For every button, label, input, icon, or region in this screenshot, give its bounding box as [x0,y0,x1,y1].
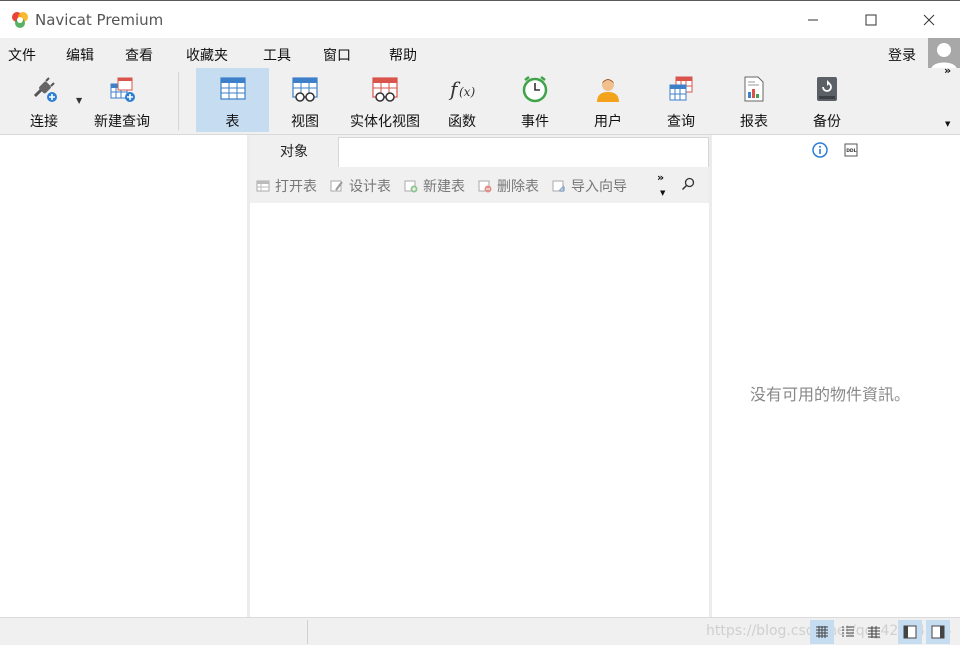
new-table-label: 新建表 [423,179,465,195]
menu-tools[interactable]: 工具 [263,45,291,65]
left-pane-icon [903,625,917,639]
right-pane-icon [931,625,945,639]
minimize-icon [808,19,818,21]
backup-icon [817,77,837,101]
menu-file[interactable]: 文件 [8,45,36,65]
menu-window[interactable]: 窗口 [323,45,351,65]
list-view-button[interactable] [836,620,860,644]
materialized-view-icon [372,77,398,102]
status-bar: https://blog.csdn.net/qq_42534064 [0,617,960,645]
view-button[interactable]: 视图 [275,68,335,132]
svg-text:(x): (x) [459,85,475,99]
user-button[interactable]: 用户 [578,68,638,132]
function-icon: f (x) [448,77,475,101]
status-divider [307,620,308,644]
close-icon [923,14,935,26]
event-label: 事件 [521,114,549,130]
function-button[interactable]: f (x) 函数 [432,68,492,132]
report-button[interactable]: 报表 [724,68,784,132]
delete-table-label: 删除表 [497,179,539,195]
menu-help[interactable]: 帮助 [389,45,417,65]
menu-bar: 文件 编辑 查看 收藏夹 工具 窗口 帮助 登录 [0,38,960,68]
search-icon[interactable] [680,176,696,192]
connection-dropdown-arrow[interactable]: ▼ [76,96,82,105]
new-query-label: 新建查询 [94,114,150,130]
main-toolbar: 连接 新建查询 表 视图 实体化视图 f (x) 函数 事件 用户 查询 报表 … [0,68,960,135]
query-label: 查询 [667,114,695,130]
backup-label: 备份 [813,114,841,130]
import-wizard-button[interactable]: 导入向导 [552,176,627,196]
navicat-logo-icon [12,12,28,28]
empty-info-message: 没有可用的物件資訊。 [750,385,911,404]
new-query-button[interactable]: 新建查询 [88,68,156,132]
function-label: 函数 [448,114,476,130]
maximize-icon [865,14,877,26]
import-wizard-icon [552,180,565,192]
detail-view-icon [868,626,880,638]
user-icon [597,79,619,102]
info-pane: DDL 没有可用的物件資訊。 [712,135,960,617]
query-icon [669,76,693,101]
user-label: 用户 [594,114,622,130]
open-table-label: 打开表 [275,179,317,195]
title-bar: Navicat Premium [0,0,960,38]
report-icon [744,76,764,102]
new-table-icon [404,180,418,193]
design-table-icon [330,180,343,192]
toolbar-separator [178,72,179,130]
object-toolbar-more-button[interactable]: » [657,171,664,184]
materialized-view-button[interactable]: 实体化视图 [345,68,425,132]
new-table-button[interactable]: 新建表 [404,176,465,196]
materialized-view-label: 实体化视图 [350,114,420,130]
toggle-right-pane-button[interactable] [926,620,950,644]
open-table-button[interactable]: 打开表 [256,176,317,196]
tab-bar: 对象 [250,135,709,167]
object-toolbar-more-caret-icon[interactable]: ▼ [660,189,665,197]
design-table-label: 设计表 [349,179,391,195]
info-icon[interactable] [812,142,828,158]
menu-edit[interactable]: 编辑 [66,45,94,65]
minimize-button[interactable] [784,1,842,39]
design-table-button[interactable]: 设计表 [330,176,391,196]
view-label: 视图 [291,114,319,130]
query-button[interactable]: 查询 [651,68,711,132]
table-icon [219,77,246,100]
window-title: Navicat Premium [35,11,164,29]
close-button[interactable] [900,1,958,39]
event-clock-icon [522,76,548,103]
menu-favorites[interactable]: 收藏夹 [186,45,228,65]
new-query-icon [110,77,135,102]
delete-table-button[interactable]: 删除表 [478,176,539,196]
maximize-button[interactable] [842,1,900,39]
toolbar-more-button[interactable]: » [944,64,951,77]
object-toolbar: 打开表 设计表 新建表 删除表 导入向导 » ▼ [250,167,709,203]
toggle-left-pane-button[interactable] [898,620,922,644]
tab-strip-area [338,137,709,167]
view-icon [292,77,318,102]
connection-label: 连接 [30,114,58,130]
toolbar-more-caret-icon[interactable]: ▼ [945,120,950,128]
login-link[interactable]: 登录 [888,45,916,65]
report-label: 报表 [740,114,768,130]
grid-view-icon [816,626,828,638]
connection-tree-pane[interactable] [0,135,247,617]
svg-text:DDL: DDL [846,148,856,154]
delete-table-icon [478,180,492,193]
ddl-icon[interactable]: DDL [844,143,858,157]
event-button[interactable]: 事件 [505,68,565,132]
table-label: 表 [225,114,240,130]
detail-view-button[interactable] [862,620,886,644]
object-pane: 对象 打开表 设计表 新建表 删除表 导入向导 » ▼ [250,135,709,617]
connection-button[interactable]: 连接 [14,68,74,132]
import-wizard-label: 导入向导 [571,179,627,195]
open-table-icon [256,180,270,192]
tab-objects[interactable]: 对象 [250,135,338,167]
table-button[interactable]: 表 [196,68,269,132]
connection-plug-icon [33,77,57,102]
grid-view-button[interactable] [810,620,834,644]
list-view-icon [842,626,854,637]
menu-view[interactable]: 查看 [125,45,153,65]
backup-button[interactable]: 备份 [797,68,857,132]
